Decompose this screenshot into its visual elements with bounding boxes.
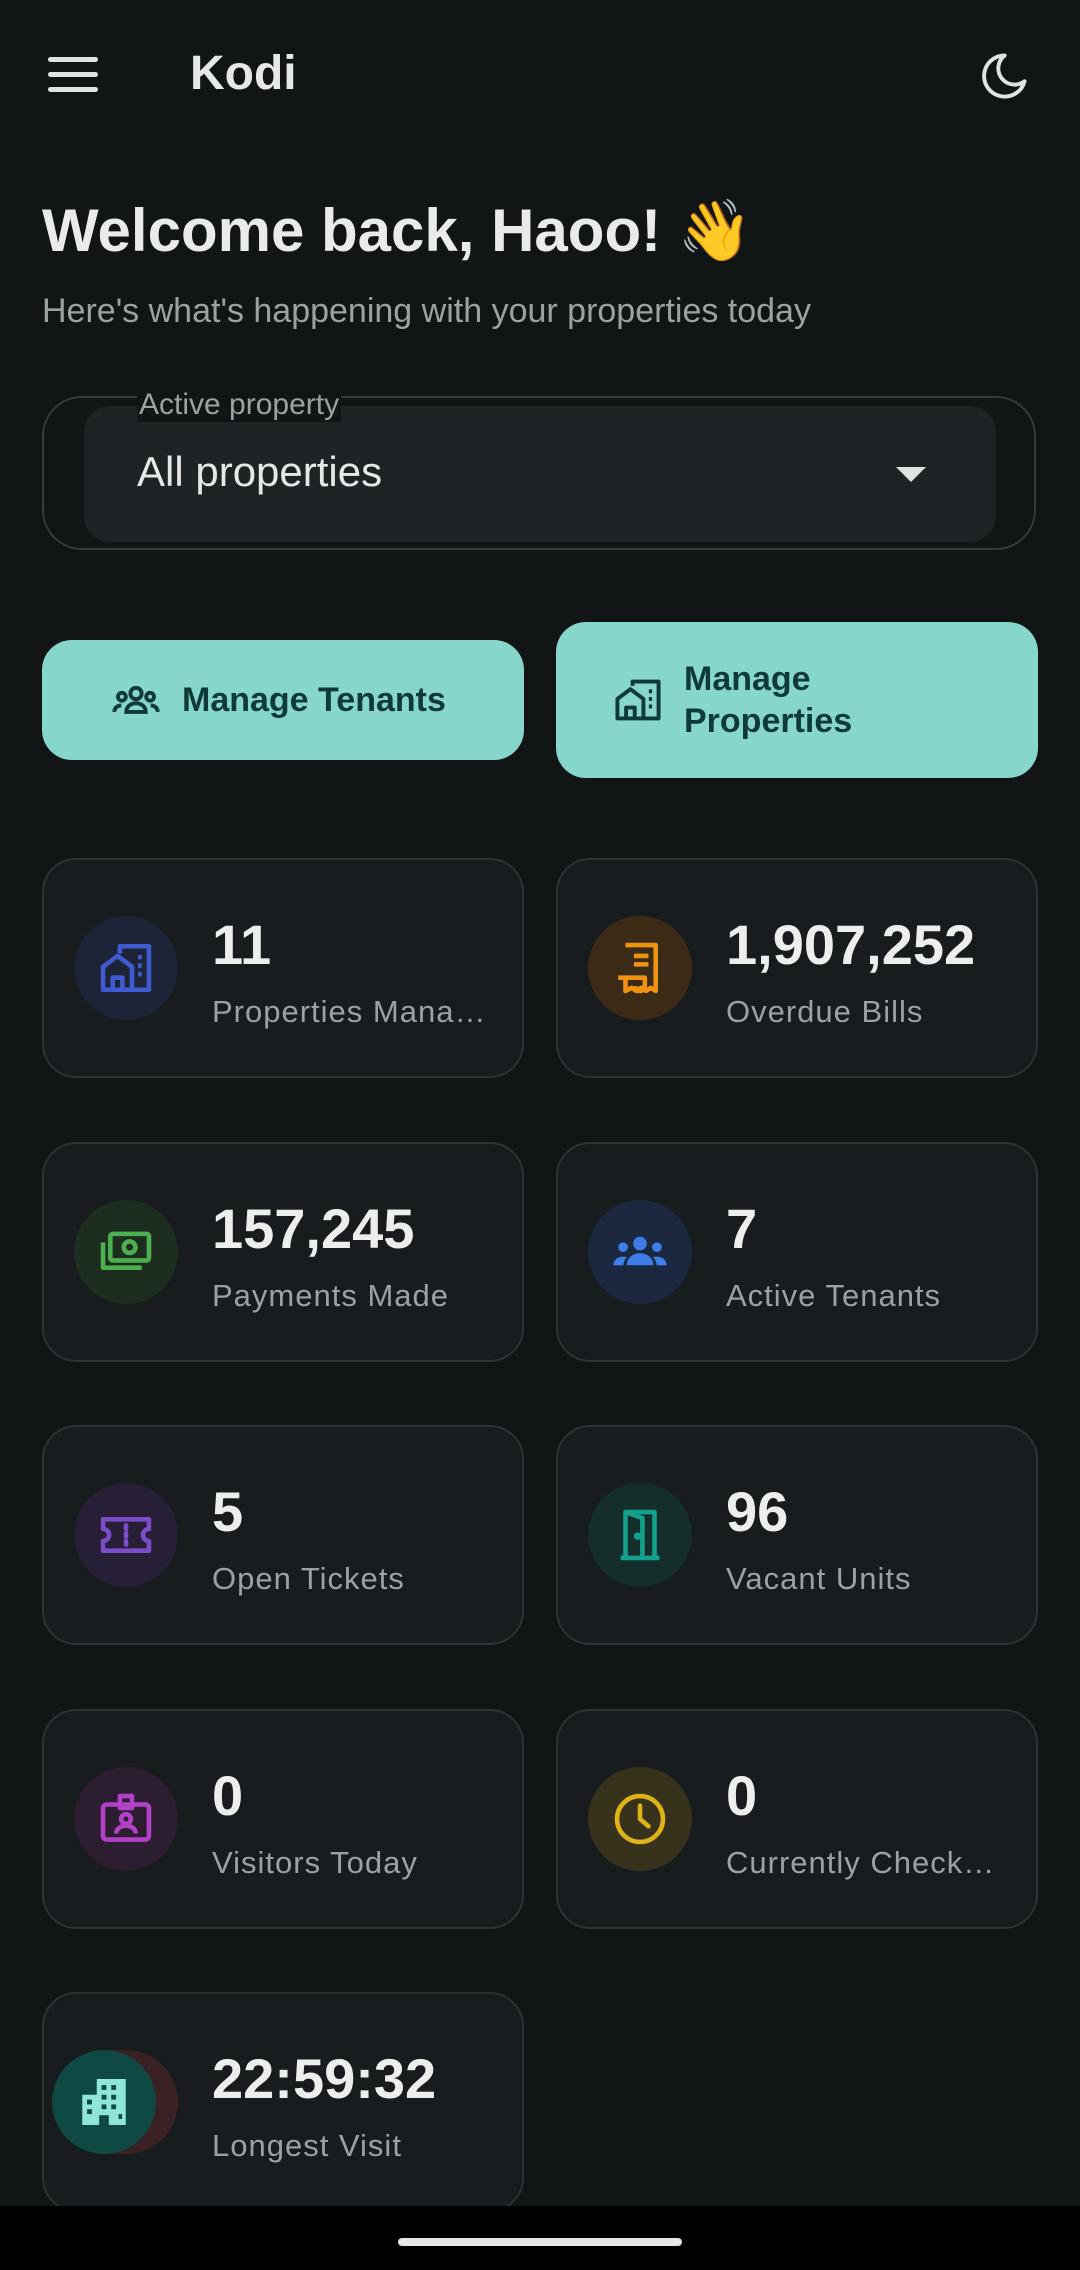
manage-properties-label-line1: Manage [684,660,811,698]
stat-card-payments[interactable]: 157,245 Payments Made [42,1142,524,1362]
stat-label: Active Tenants [726,1278,942,1313]
stat-label: Properties Mana… [212,994,487,1029]
manage-tenants-label: Manage Tenants [182,681,446,719]
stat-value: 0 [726,1764,758,1827]
ticket-icon [74,1483,178,1587]
stat-value: 11 [212,913,272,976]
stat-card-currently-checked-in[interactable]: 0 Currently Checke… [556,1709,1038,1929]
stat-value: 96 [726,1480,789,1543]
welcome-heading: Welcome back, Haoo! 👋 [42,197,753,264]
app-bar: Kodi [0,0,1080,150]
stat-value: 22:59:32 [212,2047,437,2110]
badge-icon [74,1767,178,1871]
dropdown-arrow-icon[interactable] [896,467,926,482]
building-icon [74,916,178,1020]
building-icon [615,679,661,721]
stat-card-properties[interactable]: 11 Properties Mana… [42,858,524,1078]
stat-value: 1,907,252 [726,913,976,976]
stat-card-visitors-today[interactable]: 0 Visitors Today [42,1709,524,1929]
manage-properties-button[interactable]: Manage Properties [556,622,1038,778]
app-title: Kodi [190,47,297,100]
property-dropdown-value[interactable]: All properties [137,448,382,496]
floating-action-button[interactable] [52,2050,156,2154]
manage-properties-label: Manage Properties [684,658,852,742]
stat-card-active-tenants[interactable]: 7 Active Tenants [556,1142,1038,1362]
stat-label: Overdue Bills [726,994,924,1029]
manage-tenants-button[interactable]: Manage Tenants [42,640,524,760]
door-icon [588,1483,692,1587]
menu-icon[interactable] [48,57,98,93]
home-indicator[interactable] [398,2238,682,2246]
stat-value: 5 [212,1480,244,1543]
manage-properties-label-line2: Properties [684,702,853,740]
stat-card-vacant-units[interactable]: 96 Vacant Units [556,1425,1038,1645]
receipt-icon [588,916,692,1020]
stat-label: Open Tickets [212,1561,405,1596]
stat-label: Visitors Today [212,1845,418,1880]
group-icon [588,1200,692,1304]
stat-label: Currently Checke… [726,1845,1012,1880]
system-navigation-bar [0,2206,1080,2270]
dark-mode-moon-icon[interactable] [978,50,1030,102]
apartment-building-icon [82,2079,126,2125]
cash-icon [74,1200,178,1304]
stat-card-overdue-bills[interactable]: 1,907,252 Overdue Bills [556,858,1038,1078]
property-dropdown-label: Active property [137,388,342,422]
group-icon [112,685,160,714]
stat-label: Vacant Units [726,1561,912,1596]
stat-label: Longest Visit [212,2128,402,2163]
welcome-subtitle: Here's what's happening with your proper… [42,292,811,330]
stat-value: 157,245 [212,1197,415,1260]
stat-card-open-tickets[interactable]: 5 Open Tickets [42,1425,524,1645]
stat-value: 7 [726,1197,758,1260]
stat-value: 0 [212,1764,244,1827]
stat-label: Payments Made [212,1278,449,1313]
clock-icon [588,1767,692,1871]
